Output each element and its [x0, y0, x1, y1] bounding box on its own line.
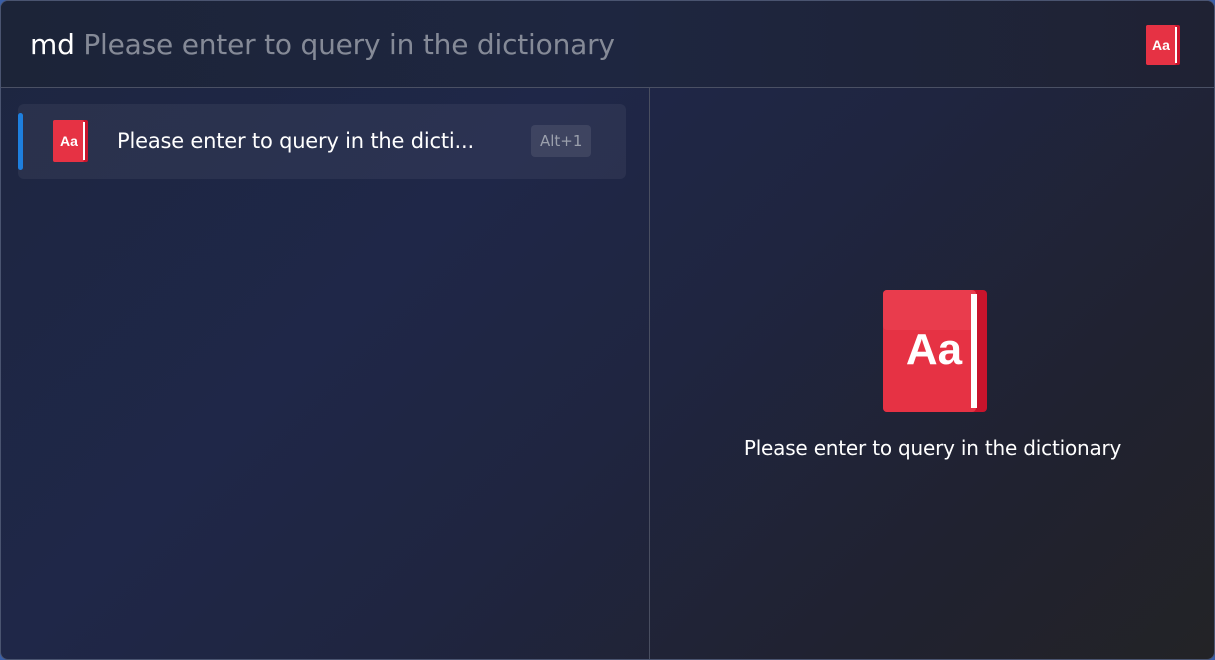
- query-autocomplete-hint: Please enter to query in the dictionary: [83, 28, 615, 61]
- book-label: Aa: [1152, 37, 1170, 53]
- result-title: Please enter to query in the dicti...: [117, 129, 474, 153]
- query-bar[interactable]: md Please enter to query in the dictiona…: [1, 1, 1214, 88]
- selection-indicator: [18, 113, 23, 170]
- dictionary-book-icon: Aa: [53, 120, 88, 166]
- book-label: Aa: [60, 133, 78, 149]
- book-label: Aa: [906, 325, 963, 374]
- launcher-window: md Please enter to query in the dictiona…: [0, 0, 1215, 660]
- query-typed-text: md: [30, 28, 75, 61]
- dictionary-book-icon: Aa: [883, 290, 987, 416]
- hotkey-badge: Alt+1: [531, 125, 592, 157]
- panel-divider: [649, 88, 650, 659]
- dictionary-book-icon: Aa: [1146, 25, 1180, 69]
- result-item[interactable]: Aa Please enter to query in the dicti...…: [18, 104, 626, 179]
- query-input[interactable]: md Please enter to query in the dictiona…: [30, 27, 615, 63]
- preview-text: Please enter to query in the dictionary: [743, 436, 1122, 460]
